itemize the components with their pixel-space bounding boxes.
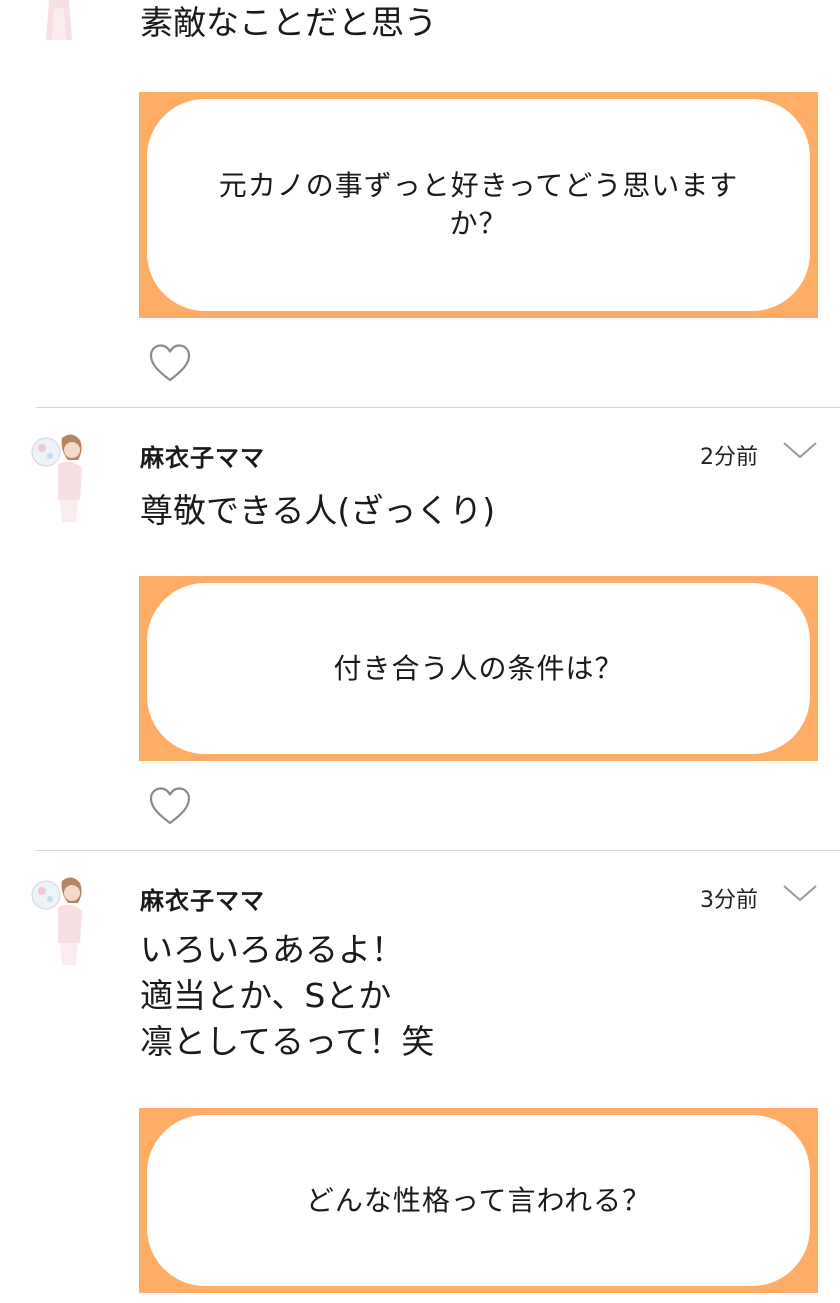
post-body-text: 素敵なことだと思う [140, 3, 437, 42]
post-body-text: 尊敬できる人(ざっくり) [140, 491, 496, 530]
chevron-down-icon[interactable] [780, 438, 820, 462]
question-card[interactable]: 付き合う人の条件は？ [139, 576, 818, 761]
post-item: 麻衣子ママ 3分前 いろいろあるよ！ 適当とか、Sとか 凛としてるって！笑 どん… [0, 851, 840, 1303]
question-text: どんな性格って言われる？ [147, 1115, 810, 1286]
avatar[interactable] [28, 0, 88, 40]
timestamp: 2分前 [700, 445, 758, 470]
question-text: 付き合う人の条件は？ [147, 583, 810, 754]
avatar[interactable] [28, 430, 88, 522]
author-name[interactable]: 麻衣子ママ [140, 881, 265, 916]
avatar[interactable] [28, 873, 88, 965]
post-body-text: いろいろあるよ！ 適当とか、Sとか 凛としてるって！笑 [140, 930, 435, 1061]
author-name[interactable]: 麻衣子ママ [140, 438, 265, 473]
timestamp: 3分前 [700, 888, 758, 913]
question-text: 元カノの事ずっと好きってどう思いますか？ [147, 99, 810, 311]
question-card[interactable]: 元カノの事ずっと好きってどう思いますか？ [139, 92, 818, 318]
post-item: 麻衣子ママ 2分前 尊敬できる人(ざっくり) 付き合う人の条件は？ [0, 408, 840, 850]
heart-outline-icon[interactable] [148, 786, 192, 826]
heart-outline-icon[interactable] [148, 343, 192, 383]
post-item: 素敵なことだと思う 元カノの事ずっと好きってどう思いますか？ [0, 0, 840, 407]
chevron-down-icon[interactable] [780, 881, 820, 905]
question-card[interactable]: どんな性格って言われる？ [139, 1108, 818, 1293]
